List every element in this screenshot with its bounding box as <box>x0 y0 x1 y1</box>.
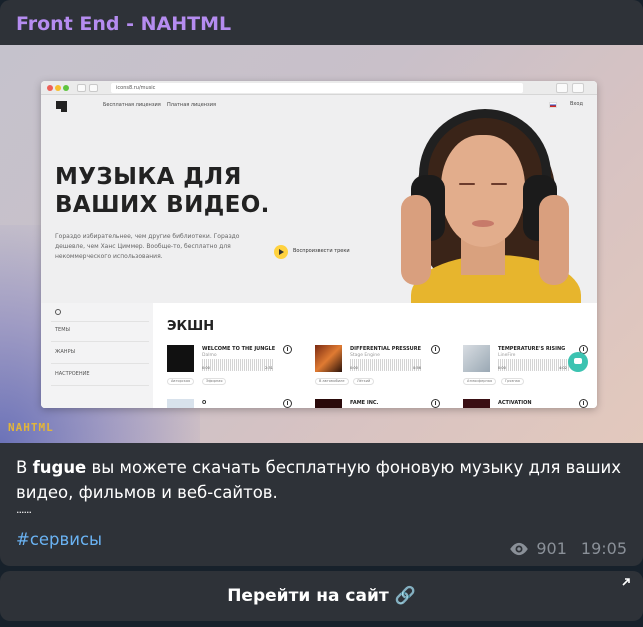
track-title: WELCOME TO THE JUNGLE <box>202 346 276 352</box>
tabs-icon <box>572 83 584 93</box>
track-time-start: 0:00 <box>498 366 506 370</box>
download-icon <box>579 399 588 408</box>
site-nav-paid: Платная лицензия <box>167 102 216 108</box>
track-tag: В автомобиле <box>315 378 349 385</box>
browser-url: icons8.ru/music <box>111 83 523 93</box>
track-title: DIFFERENTIAL PRESSURE <box>350 346 422 352</box>
message-bubble: Front End - NAHTML icons8.ru/music Беспл… <box>0 0 643 566</box>
sidebar-item-genres: ЖАНРЫ <box>55 349 75 355</box>
site-sidebar: ТЕМЫ ЖАНРЫ НАСТРОЕНИЕ <box>41 303 153 408</box>
track-cover <box>167 345 194 372</box>
track-card: FAME INC. <box>315 399 449 408</box>
caption-text: вы можете скачать бесплатную фоновую муз… <box>16 458 622 502</box>
track-artist: Stage Engine <box>350 353 380 358</box>
open-site-button[interactable]: Перейти на сайт 🔗 <box>0 571 643 621</box>
views-counter: 901 <box>508 539 567 558</box>
track-card: WELCOME TO THE JUNGLE Dalmo 0:00 2:31 Ав… <box>167 345 301 395</box>
site-hero: Бесплатная лицензия Платная лицензия Вхо… <box>41 95 597 303</box>
forward-icon <box>89 84 98 92</box>
track-time-start: 0:00 <box>202 366 210 370</box>
back-icon <box>77 84 86 92</box>
sidebar-item-themes: ТЕМЫ <box>55 327 70 333</box>
track-time-end: 4:02 <box>559 366 567 370</box>
maximize-dot-icon <box>63 85 69 91</box>
views-count: 901 <box>536 539 567 558</box>
watermark: NAHTML <box>8 421 54 434</box>
hashtag-link[interactable]: #сервисы <box>16 530 102 549</box>
site-nav-free: Бесплатная лицензия <box>103 102 161 108</box>
download-icon <box>283 399 292 408</box>
track-cover <box>315 399 342 408</box>
post-meta: 901 19:05 <box>508 539 627 558</box>
browser-screenshot: icons8.ru/music Бесплатная лицензия Плат… <box>41 81 597 408</box>
track-title: O <box>202 400 207 406</box>
site-catalog: ТЕМЫ ЖАНРЫ НАСТРОЕНИЕ ЭКШН WELCOME TO TH… <box>41 303 597 408</box>
track-cover <box>315 345 342 372</box>
share-icon <box>556 83 568 93</box>
caption-bold: fugue <box>32 458 87 477</box>
download-icon <box>283 345 292 354</box>
caption-separator: ...... <box>16 503 32 516</box>
genre-title: ЭКШН <box>167 319 215 334</box>
sidebar-item-moods: НАСТРОЕНИЕ <box>55 371 90 377</box>
channel-name[interactable]: Front End - NAHTML <box>16 13 231 35</box>
eye-icon <box>510 542 529 555</box>
track-tag: Авторская <box>167 378 195 385</box>
site-hero-subtitle: Гораздо избирательнее, чем другие библио… <box>55 233 240 260</box>
external-link-icon <box>622 578 630 586</box>
play-icon <box>274 245 288 259</box>
download-icon <box>431 399 440 408</box>
track-tag: Лёгкий <box>353 378 375 385</box>
track-card: ACTIVATION <box>463 399 597 408</box>
post-time: 19:05 <box>580 539 627 558</box>
site-logo-icon <box>56 101 67 112</box>
post-caption: В fugue вы можете скачать бесплатную фон… <box>16 455 628 505</box>
track-title: ACTIVATION <box>498 400 532 406</box>
track-cover <box>463 399 490 408</box>
search-icon <box>55 309 61 315</box>
waveform <box>202 359 274 371</box>
track-cover <box>463 345 490 372</box>
browser-toolbar: icons8.ru/music <box>41 81 597 95</box>
track-tag: Эфирная <box>202 378 227 385</box>
open-site-label: Перейти на сайт 🔗 <box>227 586 416 606</box>
post-image[interactable]: icons8.ru/music Бесплатная лицензия Плат… <box>0 45 643 443</box>
chat-icon <box>568 352 588 372</box>
download-icon <box>431 345 440 354</box>
waveform <box>350 359 422 371</box>
close-dot-icon <box>47 85 53 91</box>
track-tag: Грязная <box>501 378 524 385</box>
track-time-start: 0:00 <box>350 366 358 370</box>
track-artist: Dalmo <box>202 353 217 358</box>
track-title: TEMPERATURE'S RISING <box>498 346 566 352</box>
track-time-end: 2:31 <box>265 366 273 370</box>
track-artist: LineFire <box>498 353 516 358</box>
minimize-dot-icon <box>55 85 61 91</box>
hero-photo <box>361 95 597 303</box>
track-card: DIFFERENTIAL PRESSURE Stage Engine 0:00 … <box>315 345 449 395</box>
track-cover <box>167 399 194 408</box>
site-hero-title: МУЗЫКА ДЛЯ ВАШИХ ВИДЕО. <box>55 164 270 218</box>
track-title: FAME INC. <box>350 400 379 406</box>
caption-prefix: В <box>16 458 33 477</box>
site-play-label: Воспроизвести треки <box>293 248 350 254</box>
track-tag: Атмосферная <box>463 378 497 385</box>
track-card: O <box>167 399 301 408</box>
track-time-end: 0:56 <box>413 366 421 370</box>
